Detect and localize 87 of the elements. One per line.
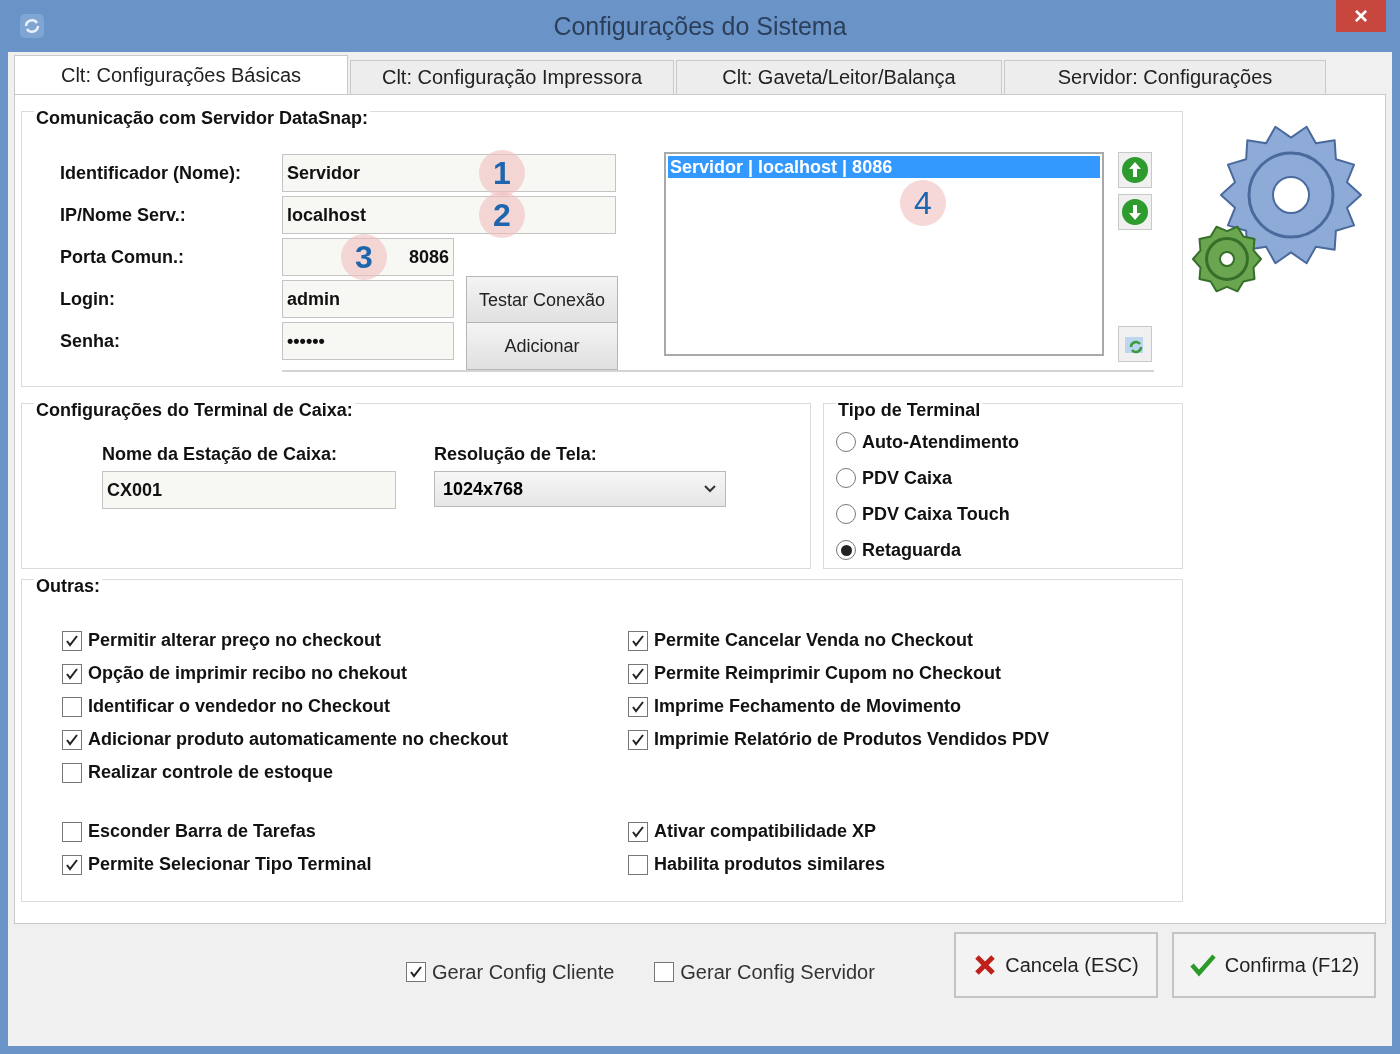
checkbox[interactable]: [62, 630, 82, 651]
move-down-button[interactable]: [1118, 194, 1152, 230]
refresh-button[interactable]: [1118, 326, 1152, 362]
field-label: IP/Nome Serv.:: [60, 204, 187, 226]
checkmark-icon: [631, 732, 645, 747]
radio-button[interactable]: [836, 432, 856, 452]
checkbox[interactable]: [628, 729, 648, 750]
field-label: Nome da Estação de Caixa:: [102, 444, 339, 465]
radio-label: Retaguarda: [862, 539, 962, 561]
close-icon: [973, 953, 998, 977]
radio-label: PDV Caixa Touch: [862, 503, 1010, 525]
checkbox[interactable]: [62, 729, 82, 750]
tab[interactable]: Clt: Configurações Básicas: [14, 55, 348, 95]
checkbox[interactable]: [628, 854, 648, 875]
number-marker: 2: [479, 192, 525, 238]
checkbox[interactable]: [654, 962, 675, 982]
checkbox-label: Opção de imprimir recibo no chekout: [88, 663, 408, 684]
checkbox[interactable]: [62, 663, 82, 684]
input-field[interactable]: CX001: [102, 471, 396, 509]
checkmark-icon: [631, 633, 645, 648]
checkbox-label: Imprime Fechamento de Movimento: [654, 696, 962, 717]
checkbox-label: Ativar compatibilidade XP: [654, 821, 877, 842]
checkbox-label: Imprimie Relatório de Produtos Vendidos PDV: [654, 729, 1050, 750]
app-icon: [18, 12, 46, 40]
checkbox-label: Gerar Config Servidor: [680, 960, 875, 984]
cancel-button[interactable]: Cancela (ESC): [954, 932, 1158, 998]
checkbox-label: Permite Selecionar Tipo Terminal: [88, 854, 372, 875]
checkmark-icon: [631, 699, 645, 714]
close-button[interactable]: ×: [1336, 0, 1386, 32]
action-button[interactable]: Adicionar: [466, 322, 618, 370]
checkbox-label: Habilita produtos similares: [654, 854, 886, 875]
arrow-up-icon: [1121, 156, 1149, 184]
checkbox-label: Permite Cancelar Venda no Checkout: [654, 630, 974, 651]
tab[interactable]: Clt: Configuração Impressora: [350, 60, 674, 94]
checkmark-icon: [1188, 953, 1217, 977]
dropdown-value: 1024x768: [443, 478, 524, 500]
checkbox[interactable]: [62, 696, 82, 717]
tab[interactable]: Clt: Gaveta/Leitor/Balança: [676, 60, 1002, 94]
checkbox[interactable]: [628, 663, 648, 684]
checkbox-label: Permitir alterar preço no checkout: [88, 630, 382, 651]
checkbox-label: Esconder Barra de Tarefas: [88, 821, 316, 842]
group-title: Comunicação com Servidor DataSnap:: [34, 108, 371, 129]
checkmark-icon: [65, 633, 79, 648]
checkmark-icon: [409, 965, 423, 979]
group-title: Configurações do Terminal de Caixa:: [34, 400, 355, 421]
checkbox[interactable]: [62, 762, 82, 783]
server-list[interactable]: Servidor | localhost | 8086 4: [664, 152, 1104, 356]
window-title: Configurações do Sistema: [553, 11, 847, 41]
checkbox-label: Identificar o vendedor no Checkout: [88, 696, 391, 717]
checkbox-label: Realizar controle de estoque: [88, 762, 334, 783]
field-label: Porta Comun.:: [60, 246, 185, 268]
input-field[interactable]: admin: [282, 280, 454, 318]
radio-button[interactable]: [836, 504, 856, 524]
checkmark-icon: [65, 857, 79, 872]
checkmark-icon: [65, 666, 79, 681]
checkbox[interactable]: [62, 821, 82, 842]
checkmark-icon: [65, 732, 79, 747]
action-button[interactable]: Testar Conexão: [466, 276, 618, 324]
move-up-button[interactable]: [1118, 152, 1152, 188]
checkmark-icon: [631, 824, 645, 839]
radio-button[interactable]: [836, 540, 856, 560]
checkbox[interactable]: [628, 696, 648, 717]
field-label: Identificador (Nome):: [60, 162, 242, 184]
checkbox[interactable]: [406, 962, 426, 982]
radio-label: PDV Caixa: [862, 467, 953, 489]
tab[interactable]: Servidor: Configurações: [1004, 60, 1326, 94]
checkmark-icon: [631, 666, 645, 681]
radio-button[interactable]: [836, 468, 856, 488]
checkbox[interactable]: [62, 854, 82, 875]
radio-label: Auto-Atendimento: [862, 431, 1019, 453]
number-marker: 3: [341, 234, 387, 280]
field-label: Senha:: [60, 330, 121, 352]
confirm-button[interactable]: Confirma (F12): [1172, 932, 1376, 998]
input-field[interactable]: ••••••: [282, 322, 454, 360]
checkbox[interactable]: [628, 630, 648, 651]
number-marker: 1: [479, 150, 525, 196]
checkbox-label: Adicionar produto automaticamente no checkout: [88, 729, 509, 750]
chevron-down-icon: [703, 484, 717, 494]
checkbox[interactable]: [628, 821, 648, 842]
checkbox-label: Permite Reimprimir Cupom no Checkout: [654, 663, 1002, 684]
field-label: Login:: [60, 288, 116, 310]
number-marker: 4: [900, 180, 946, 226]
arrow-down-icon: [1121, 198, 1149, 226]
group-title: Tipo de Terminal: [836, 400, 983, 421]
resolution-dropdown[interactable]: 1024x768: [434, 471, 726, 507]
checkbox-label: Gerar Config Cliente: [432, 960, 615, 984]
field-label: Resolução de Tela:: [434, 444, 598, 465]
